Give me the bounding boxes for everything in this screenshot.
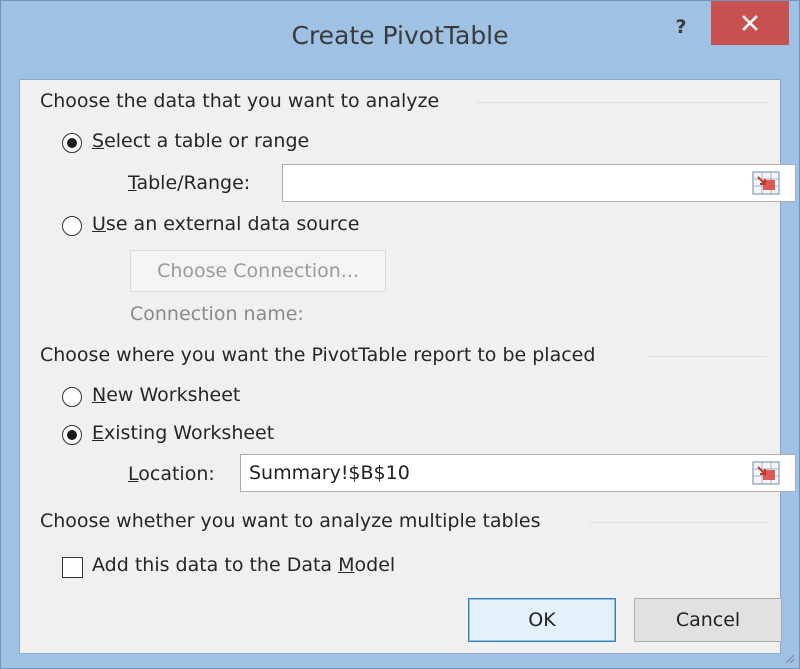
select-range-radio[interactable] <box>62 133 82 153</box>
table-range-picker-button[interactable] <box>752 171 780 195</box>
external-source-label[interactable]: Use an external data source <box>92 213 359 235</box>
section-divider <box>590 522 767 523</box>
ok-button[interactable]: OK <box>468 598 616 642</box>
data-model-checkbox[interactable] <box>62 557 83 578</box>
section-divider <box>648 356 767 357</box>
close-icon <box>742 15 758 31</box>
choose-connection-button[interactable]: Choose Connection... <box>130 250 386 292</box>
select-range-mnemonic: S <box>92 130 105 152</box>
help-button[interactable]: ? <box>661 13 701 41</box>
section-multi-label: Choose whether you want to analyze multi… <box>40 510 541 532</box>
table-range-input[interactable] <box>282 164 796 202</box>
location-text: ocation: <box>138 463 215 485</box>
data-model-label[interactable]: Add this data to the Data Model <box>92 554 395 576</box>
resize-grip-icon[interactable] <box>783 652 795 664</box>
dialog-window: Create PivotTable ? Choose the data that… <box>0 0 800 669</box>
location-label: Location: <box>128 463 215 485</box>
new-worksheet-label[interactable]: New Worksheet <box>92 384 240 406</box>
cancel-button[interactable]: Cancel <box>634 598 782 642</box>
external-source-mnemonic: U <box>92 213 106 235</box>
location-picker-button[interactable] <box>752 461 780 485</box>
table-range-text: able/Range: <box>136 172 251 194</box>
new-worksheet-radio[interactable] <box>62 387 82 407</box>
existing-worksheet-radio[interactable] <box>62 425 82 445</box>
dialog-client: Choose the data that you want to analyze… <box>19 79 796 654</box>
data-model-mnemonic: M <box>338 554 355 576</box>
close-button[interactable] <box>711 1 789 45</box>
table-range-label: Table/Range: <box>128 172 250 194</box>
title-bar[interactable]: Create PivotTable ? <box>1 1 799 79</box>
select-range-text: elect a table or range <box>104 130 310 152</box>
existing-worksheet-mnemonic: E <box>92 422 105 444</box>
range-picker-icon <box>752 171 780 195</box>
data-model-text: odel <box>354 554 396 576</box>
section-divider <box>477 102 767 103</box>
location-mnemonic: L <box>128 463 139 485</box>
section-data-label: Choose the data that you want to analyze <box>40 90 440 112</box>
new-worksheet-text: ew Worksheet <box>106 384 241 406</box>
data-model-text-pre: Add this data to the Data <box>92 554 339 576</box>
external-source-text: se an external data source <box>105 213 360 235</box>
section-place-label: Choose where you want the PivotTable rep… <box>40 344 596 366</box>
connection-name-label: Connection name: <box>130 303 304 325</box>
new-worksheet-mnemonic: N <box>92 384 107 406</box>
location-input[interactable]: Summary!$B$10 <box>240 454 796 492</box>
existing-worksheet-text: xisting Worksheet <box>104 422 275 444</box>
external-source-radio[interactable] <box>62 216 82 236</box>
range-picker-icon <box>752 461 780 485</box>
existing-worksheet-label[interactable]: Existing Worksheet <box>92 422 274 444</box>
select-range-label[interactable]: Select a table or range <box>92 130 309 152</box>
